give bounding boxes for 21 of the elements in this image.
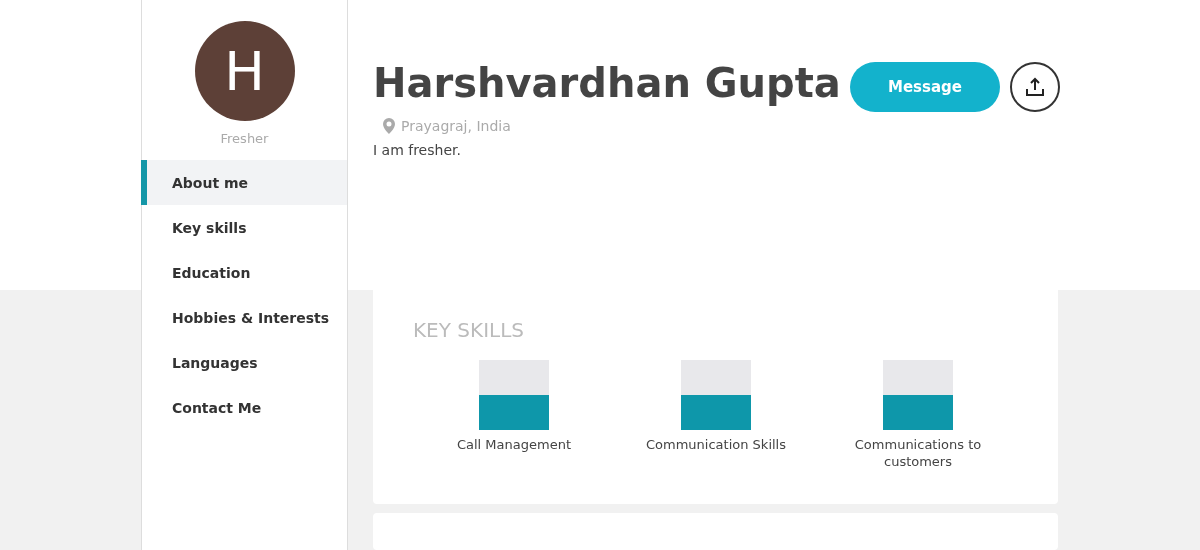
- location-text: Prayagraj, India: [401, 118, 511, 134]
- skill-name: Call Management: [455, 435, 572, 453]
- profile-name: Harshvardhan Gupta: [373, 60, 842, 106]
- sidebar-item[interactable]: Hobbies & Interests: [141, 295, 347, 340]
- sidebar-item[interactable]: Key skills: [141, 205, 347, 250]
- status-text: Fresher: [220, 131, 269, 146]
- sidebar-item[interactable]: Education: [141, 250, 347, 295]
- sidebar-item[interactable]: Contact Me: [141, 385, 347, 430]
- skill-name: Communication Skills: [645, 435, 787, 453]
- skill-tile: [883, 359, 953, 430]
- skill-tile: [681, 359, 751, 430]
- share-icon: [1025, 77, 1045, 97]
- section-title: KEY SKILLS: [413, 317, 525, 342]
- share-button[interactable]: [1010, 62, 1060, 112]
- location-pin-icon: [383, 118, 395, 134]
- about-text: I am fresher.: [373, 142, 462, 158]
- skill-name: Communications to customers: [853, 435, 983, 470]
- sidebar-item[interactable]: About me: [141, 160, 347, 205]
- skill-tile: [479, 359, 549, 430]
- sidebar-item[interactable]: Languages: [141, 340, 347, 385]
- avatar: H: [194, 21, 295, 121]
